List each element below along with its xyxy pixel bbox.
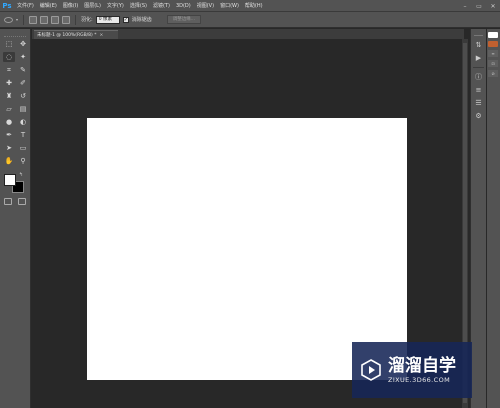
pen-tool-icon[interactable]: ✒ (3, 130, 15, 140)
adjustments-panel-icon[interactable]: ⚙ (474, 111, 484, 121)
right-panel-column: ≡ ⊡ ⊘ (487, 29, 500, 408)
new-selection-icon[interactable] (29, 15, 38, 24)
photoshop-logo: Ps (2, 1, 12, 10)
chevron-down-icon[interactable]: ▾ (16, 17, 18, 22)
divider (23, 14, 25, 25)
info-panel-icon[interactable]: ⓘ (474, 72, 484, 82)
menu-3d[interactable]: 3D(D) (173, 0, 194, 12)
close-button[interactable]: ✕ (486, 0, 500, 12)
properties-panel-icon[interactable]: ☰ (474, 98, 484, 108)
intersect-selection-icon[interactable] (62, 15, 71, 24)
antialias-label: 消除锯齿 (131, 17, 152, 23)
document-tab[interactable]: 未标题-1 @ 100%(RGB/8) * × (34, 30, 118, 39)
color-swatches: ↰ (3, 172, 29, 194)
menu-type[interactable]: 文字(Y) (104, 0, 127, 12)
restore-button[interactable]: ▭ (472, 0, 486, 12)
clone-stamp-tool-icon[interactable]: ♜ (3, 91, 15, 101)
menu-help[interactable]: 帮助(H) (242, 0, 266, 12)
eyedropper-tool-icon[interactable]: ✎ (17, 65, 29, 75)
subtract-from-selection-icon[interactable] (51, 15, 60, 24)
marquee-tool-icon[interactable]: ⬚ (3, 39, 15, 49)
crop-tool-icon[interactable]: ⌗ (3, 65, 15, 75)
layers-panel-tab[interactable]: ≡ (488, 50, 498, 57)
close-tab-icon[interactable]: × (99, 33, 103, 38)
panel-grip[interactable] (4, 31, 26, 37)
divider (473, 67, 484, 68)
menu-file[interactable]: 文件(F) (14, 0, 37, 12)
actions-panel-icon[interactable]: ▶ (474, 53, 484, 63)
brush-tool-icon[interactable]: ✐ (17, 78, 29, 88)
menu-select[interactable]: 选择(S) (127, 0, 150, 12)
divider (75, 14, 77, 25)
feather-label: 羽化: (81, 17, 93, 23)
watermark-url: ZIXUE.3D66.COM (388, 375, 451, 384)
type-tool-icon[interactable]: T (17, 130, 29, 140)
play-logo-icon (361, 359, 381, 381)
tools-panel: ⬚ ✥ ◌ ✦ ⌗ ✎ ✚ ✐ ♜ ↺ ▱ ▤ ● ◐ ✒ T ➤ ▭ ✋ ⚲ … (0, 29, 31, 408)
watermark: 溜溜自学 ZIXUE.3D66.COM (352, 342, 472, 398)
add-to-selection-icon[interactable] (40, 15, 49, 24)
menu-filter[interactable]: 滤镜(T) (150, 0, 173, 12)
gradient-tool-icon[interactable]: ▤ (17, 104, 29, 114)
document-tab-title: 未标题-1 @ 100%(RGB/8) * (37, 33, 97, 38)
refine-edge-button[interactable]: 调整边缘... (166, 15, 202, 24)
zoom-tool-icon[interactable]: ⚲ (17, 156, 29, 166)
brush-panel-icon[interactable]: ≡ (474, 85, 484, 95)
healing-brush-tool-icon[interactable]: ✚ (3, 78, 15, 88)
lasso-preset-icon[interactable] (4, 16, 13, 23)
foreground-color-swatch[interactable] (4, 174, 16, 186)
options-bar: ▾ 羽化: 0 像素 ✓ 消除锯齿 调整边缘... (0, 12, 500, 28)
blur-tool-icon[interactable]: ● (3, 117, 15, 127)
feather-input[interactable]: 0 像素 (95, 15, 120, 24)
menu-layer[interactable]: 图层(L) (81, 0, 104, 12)
swap-colors-icon[interactable]: ↰ (19, 172, 23, 178)
shape-tool-icon[interactable]: ▭ (17, 143, 29, 153)
screen-mode-icon[interactable] (18, 198, 26, 205)
history-panel-icon[interactable]: ⇅ (474, 40, 484, 50)
panel-dock: ⇅ ▶ ⓘ ≡ ☰ ⚙ (470, 29, 486, 408)
dodge-tool-icon[interactable]: ◐ (17, 117, 29, 127)
move-tool-icon[interactable]: ✥ (17, 39, 29, 49)
swatches-panel-chip[interactable] (488, 41, 498, 47)
document-canvas[interactable] (87, 118, 407, 380)
magic-wand-tool-icon[interactable]: ✦ (17, 52, 29, 62)
eraser-tool-icon[interactable]: ▱ (3, 104, 15, 114)
menu-bar: Ps 文件(F) 编辑(E) 图像(I) 图层(L) 文字(Y) 选择(S) 滤… (0, 0, 500, 12)
antialias-checkbox[interactable]: ✓ (122, 16, 129, 23)
paths-panel-tab[interactable]: ⊘ (488, 70, 498, 77)
color-panel-swatch[interactable] (488, 32, 498, 38)
hand-tool-icon[interactable]: ✋ (3, 156, 15, 166)
menu-view[interactable]: 视图(V) (194, 0, 217, 12)
menu-image[interactable]: 图像(I) (60, 0, 81, 12)
window-controls: – ▭ ✕ (458, 0, 500, 12)
quick-mask-icon[interactable] (4, 198, 12, 205)
channels-panel-tab[interactable]: ⊡ (488, 60, 498, 67)
document-tab-bar: 未标题-1 @ 100%(RGB/8) * × (32, 29, 464, 39)
watermark-title: 溜溜自学 (388, 355, 456, 376)
menu-window[interactable]: 窗口(W) (217, 0, 242, 12)
history-brush-tool-icon[interactable]: ↺ (17, 91, 29, 101)
minimize-button[interactable]: – (458, 0, 472, 12)
path-selection-tool-icon[interactable]: ➤ (3, 143, 15, 153)
menu-edit[interactable]: 编辑(E) (37, 0, 60, 12)
lasso-tool-icon[interactable]: ◌ (3, 52, 15, 62)
panel-grip[interactable] (474, 33, 483, 36)
